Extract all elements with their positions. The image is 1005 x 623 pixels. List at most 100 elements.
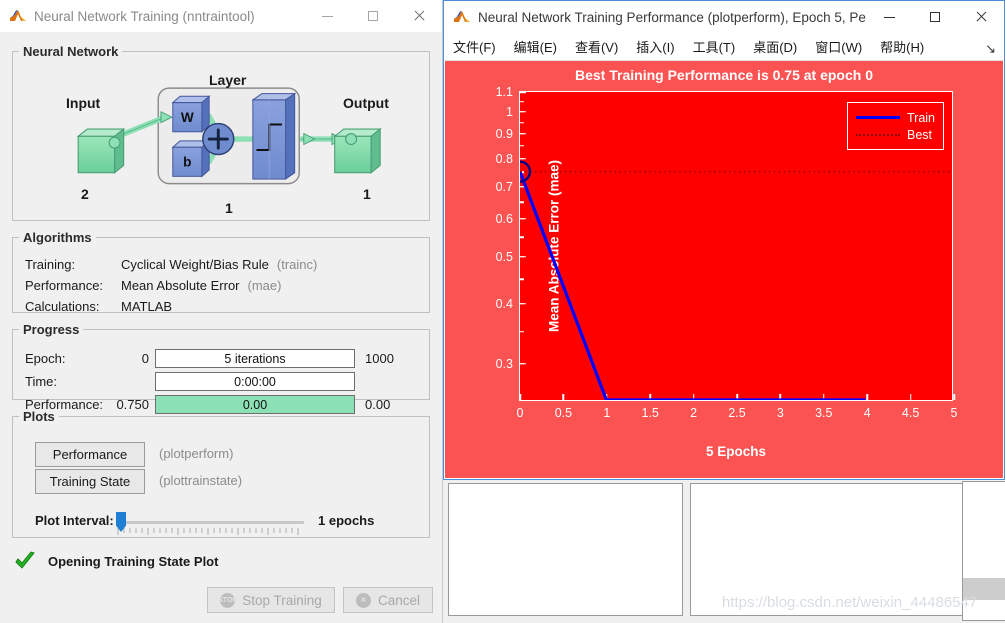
status-text: Opening Training State Plot (48, 553, 219, 569)
neural-network-group-legend: Neural Network (23, 44, 119, 59)
x-tick-label: 1.5 (641, 406, 659, 420)
x-tick-label: 4.5 (901, 406, 920, 420)
maximize-button[interactable] (912, 1, 958, 33)
algorithm-label: Performance: (25, 278, 104, 293)
stop-training-button[interactable]: STOP Stop Training (207, 587, 335, 613)
minimize-icon (883, 16, 895, 18)
menu-help[interactable]: 帮助(H) (871, 35, 933, 58)
minimize-icon (321, 15, 333, 17)
maximize-button[interactable] (350, 0, 396, 32)
matlab-icon (454, 9, 470, 25)
legend-swatch-best (855, 133, 900, 136)
x-tick-label: 2.5 (728, 406, 746, 420)
minimize-button[interactable] (866, 1, 912, 33)
y-tick-label: 0.4 (495, 296, 513, 311)
left-window-controls (304, 0, 442, 32)
algorithm-row: Performance: Mean Absolute Error (mae) (25, 278, 317, 299)
diagram-label-input: Input (66, 95, 101, 111)
watermark-text: https://blog.csdn.net/weixin_44486547 (722, 594, 978, 611)
progress-list: Epoch: 0 5 iterations 1000 Time: 0:00:00… (25, 348, 419, 417)
algorithm-value: Cyclical Weight/Bias Rule (121, 257, 269, 272)
algorithms-group-legend: Algorithms (23, 230, 92, 245)
svg-text:b: b (183, 154, 191, 169)
algorithm-label: Training: (25, 257, 76, 272)
close-icon (975, 11, 987, 23)
menubar: 文件(F) 编辑(E) 查看(V) 插入(I) 工具(T) 桌面(D) 窗口(W… (444, 33, 1004, 61)
progress-row-epoch: Epoch: 0 5 iterations 1000 (25, 348, 419, 369)
x-tick-label: 3 (776, 406, 784, 420)
plot-interval-value: 1 epochs (318, 513, 375, 528)
screenshot-root: https://blog.csdn.net/weixin_44486547 Ne… (0, 0, 1005, 623)
svg-text:W: W (181, 110, 194, 125)
close-button[interactable] (396, 0, 442, 32)
figure-canvas: Best Training Performance is 0.75 at epo… (445, 61, 1003, 478)
menu-file[interactable]: 文件(F) (444, 35, 505, 58)
algorithms-group: Algorithms Training: Cyclical Weight/Bia… (12, 230, 430, 314)
performance-plot-button[interactable]: Performance (35, 442, 145, 467)
plotperform-figure-window[interactable]: Neural Network Training Performance (plo… (443, 0, 1005, 480)
diagram-label-layer-count: 1 (225, 200, 233, 216)
menu-edit[interactable]: 编辑(E) (505, 35, 566, 58)
legend-label-best: Best (906, 127, 932, 142)
progress-label: Epoch: (25, 351, 66, 366)
close-icon (413, 10, 425, 22)
left-titlebar[interactable]: Neural Network Training (nntraintool) (0, 0, 442, 32)
menu-window[interactable]: 窗口(W) (806, 35, 871, 58)
y-tick-label: 0.5 (495, 249, 513, 264)
status-row: Opening Training State Plot (14, 550, 218, 572)
close-button[interactable] (958, 1, 1004, 33)
chart-xlabel: 5 Epochs (705, 444, 767, 459)
stop-icon: STOP (218, 592, 237, 608)
y-tick-label: 1 (506, 104, 513, 119)
right-window-controls (866, 1, 1004, 33)
x-tick-label: 3.5 (815, 406, 833, 420)
progress-label: Time: (25, 374, 58, 389)
left-window-body: Neural Network W b Layer Input 2 Output … (0, 32, 442, 623)
algorithm-function: (mae) (247, 278, 282, 293)
menu-desktop[interactable]: 桌面(D) (744, 35, 806, 58)
y-tick-label: 0.6 (495, 211, 513, 226)
y-tick-label: 0.9 (495, 126, 513, 141)
left-window-title: Neural Network Training (nntraintool) (34, 8, 255, 24)
diagram-label-input-count: 2 (81, 186, 89, 202)
cancel-icon: ✕ (355, 592, 371, 608)
legend-row-train: Train (855, 109, 935, 126)
plots-group: Plots Performance (plotperform) Training… (12, 409, 430, 538)
menu-view[interactable]: 查看(V) (566, 35, 627, 58)
menu-insert[interactable]: 插入(I) (627, 35, 683, 58)
performance-plot-function: (plotperform) (159, 446, 234, 461)
menu-tools[interactable]: 工具(T) (684, 35, 745, 58)
algorithm-value: MATLAB (121, 299, 173, 314)
x-tick-label: 0 (516, 406, 524, 420)
x-tick-label: 5 (950, 406, 958, 420)
y-tick-label: 1.1 (495, 85, 513, 99)
menu-overflow-icon[interactable]: ↘ (985, 41, 996, 57)
background-panel-left (448, 483, 683, 616)
matlab-icon (10, 8, 26, 24)
legend-label-train: Train (906, 110, 935, 125)
right-window-title: Neural Network Training Performance (plo… (478, 9, 866, 25)
algorithm-function: (trainc) (276, 257, 318, 272)
plot-interval-slider-track[interactable] (116, 521, 304, 524)
y-tick-label: 0.8 (495, 151, 513, 166)
y-tick-label: 0.3 (495, 356, 513, 371)
right-titlebar[interactable]: Neural Network Training Performance (plo… (444, 1, 1004, 33)
legend-swatch-train (855, 116, 900, 119)
cancel-button[interactable]: ✕ Cancel (343, 587, 433, 613)
maximize-icon (368, 11, 378, 21)
progress-group: Progress Epoch: 0 5 iterations 1000 Time… (12, 322, 430, 414)
nntraintool-window[interactable]: Neural Network Training (nntraintool) Ne… (0, 0, 443, 623)
diagram-label-output-count: 1 (363, 186, 371, 202)
y-tick-label: 0.7 (495, 179, 513, 194)
x-tick-label: 4 (863, 406, 871, 420)
chart-legend: Train Best (846, 102, 944, 150)
algorithm-label: Calculations: (25, 299, 100, 314)
algorithms-list: Training: Cyclical Weight/Bias Rule (tra… (25, 257, 317, 320)
plot-interval-label: Plot Interval: (35, 513, 114, 528)
minimize-button[interactable] (304, 0, 350, 32)
green-check-icon (15, 551, 35, 569)
training-state-plot-button[interactable]: Training State (35, 469, 145, 494)
progress-end-value: 1000 (365, 351, 394, 366)
legend-row-best: Best (855, 126, 935, 143)
algorithm-row: Calculations: MATLAB (25, 299, 317, 320)
